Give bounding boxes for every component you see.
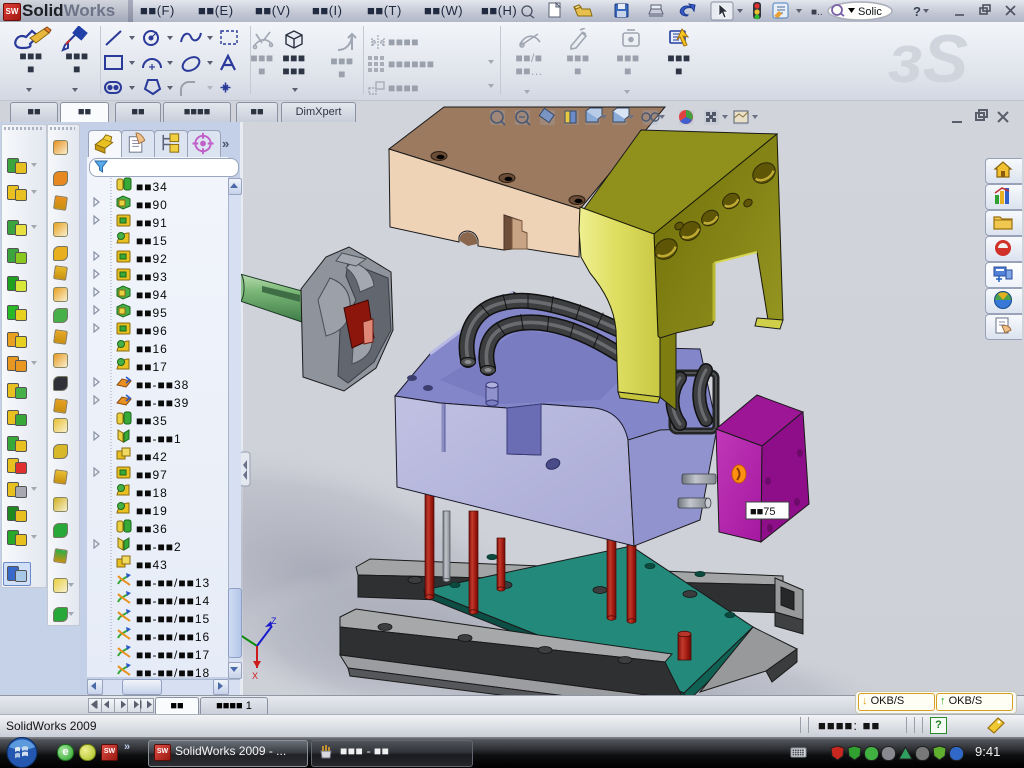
svg-text:Z: Z (271, 616, 277, 626)
svg-text:?: ? (913, 4, 921, 19)
svg-text:X: X (252, 671, 258, 681)
svg-text:Solic: Solic (858, 6, 882, 18)
svg-text:■■75: ■■75 (750, 506, 776, 518)
svg-text:■..: ■.. (811, 7, 823, 18)
